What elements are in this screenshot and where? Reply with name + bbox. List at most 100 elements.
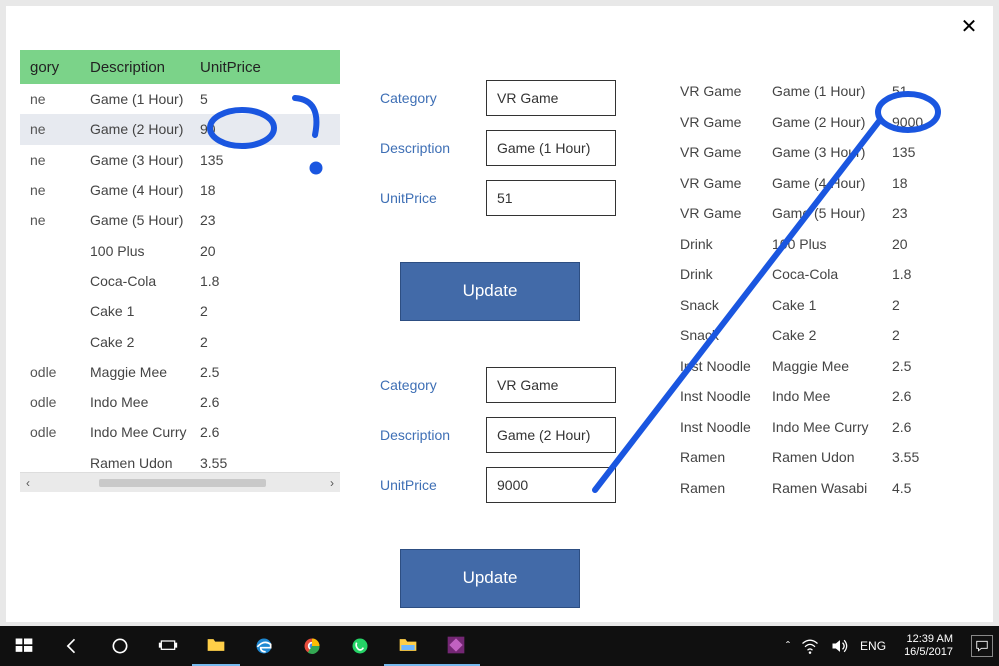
taskbar: ˆ ENG 12:39 AM 16/5/2017 [0,626,999,666]
form2-description-input[interactable] [486,417,616,453]
form2-category-input[interactable] [486,367,616,403]
result-row: VR GameGame (1 Hour)51 [680,76,979,107]
scroll-right-arrow[interactable]: › [330,476,334,490]
cell-category: VR Game [680,205,772,221]
language-indicator[interactable]: ENG [860,639,886,653]
cell-description: Ramen Udon [80,455,200,471]
form1-unitprice-input[interactable] [486,180,616,216]
scroll-track[interactable] [36,479,324,487]
whatsapp-icon [350,636,370,656]
table-row[interactable]: odleIndo Mee Curry2.6 [20,417,340,447]
result-row: Inst NoodleMaggie Mee2.5 [680,351,979,382]
cell-description: Cake 2 [772,327,892,343]
table-row[interactable]: neGame (3 Hour)135 [20,145,340,175]
table-row[interactable]: Cake 12 [20,296,340,326]
result-row: Drink100 Plus20 [680,229,979,260]
taskview-icon [158,636,178,656]
clock[interactable]: 12:39 AM 16/5/2017 [896,633,961,658]
cell-unitprice: 9000 [892,114,952,130]
unitprice-label: UnitPrice [380,477,466,493]
tray-overflow-icon[interactable]: ˆ [786,639,790,653]
edge-app[interactable] [240,626,288,666]
clock-time: 12:39 AM [904,633,953,646]
file-explorer-app[interactable] [192,626,240,666]
form1-description-row: Description [380,130,640,166]
horizontal-scrollbar[interactable]: ‹ › [20,472,340,492]
table-row[interactable]: 100 Plus20 [20,235,340,265]
table-row[interactable]: odleMaggie Mee2.5 [20,357,340,387]
diamond-icon [446,635,466,655]
result-row: VR GameGame (3 Hour)135 [680,137,979,168]
chrome-icon [302,636,322,656]
scroll-thumb[interactable] [99,479,266,487]
files-app[interactable] [384,626,432,666]
powerapps-app[interactable] [432,626,480,666]
close-button[interactable]: ✕ [955,12,983,40]
wifi-icon[interactable] [800,636,820,656]
form2-unitprice-row: UnitPrice [380,467,640,503]
cell-unitprice: 20 [200,243,290,259]
taskview-button[interactable] [144,626,192,666]
cell-unitprice: 18 [892,175,952,191]
whatsapp-app[interactable] [336,626,384,666]
table-row[interactable]: Cake 22 [20,326,340,356]
table-row[interactable]: neGame (4 Hour)18 [20,175,340,205]
grid-body[interactable]: neGame (1 Hour)5neGame (2 Hour)90neGame … [20,84,340,472]
cell-description: Cake 2 [80,334,200,350]
table-row[interactable]: odleIndo Mee2.6 [20,387,340,417]
form2-unitprice-input[interactable] [486,467,616,503]
form1-update-button[interactable]: Update [400,262,580,321]
table-row[interactable]: neGame (2 Hour)90 [20,114,340,144]
table-row[interactable]: Coca-Cola1.8 [20,266,340,296]
edge-icon [254,636,274,656]
col-header-category[interactable]: gory [20,59,80,76]
circle-icon [110,636,130,656]
cell-description: Game (1 Hour) [80,91,200,107]
cell-category: odle [20,364,80,380]
cell-category: ne [20,91,80,107]
action-center-icon[interactable] [971,635,993,657]
scroll-left-arrow[interactable]: ‹ [26,476,30,490]
result-table: VR GameGame (1 Hour)51VR GameGame (2 Hou… [680,50,979,608]
cell-description: Game (1 Hour) [772,83,892,99]
data-grid: gory Description UnitPrice neGame (1 Hou… [20,50,340,608]
result-row: DrinkCoca-Cola1.8 [680,259,979,290]
form2-update-button[interactable]: Update [400,549,580,608]
col-header-unitprice[interactable]: UnitPrice [200,59,290,76]
cell-description: Ramen Wasabi [772,480,892,496]
cell-description: Game (5 Hour) [80,212,200,228]
category-label: Category [380,90,466,106]
description-label: Description [380,427,466,443]
form1-unitprice-row: UnitPrice [380,180,640,216]
start-button[interactable] [0,626,48,666]
description-label: Description [380,140,466,156]
cell-description: Game (3 Hour) [772,144,892,160]
table-row[interactable]: neGame (1 Hour)5 [20,84,340,114]
table-row[interactable]: neGame (5 Hour)23 [20,205,340,235]
content-area: gory Description UnitPrice neGame (1 Hou… [20,50,979,608]
cell-category: VR Game [680,83,772,99]
back-button[interactable] [48,626,96,666]
cell-description: Ramen Udon [772,449,892,465]
cortana-button[interactable] [96,626,144,666]
cell-unitprice: 2.6 [892,419,952,435]
cell-category: VR Game [680,144,772,160]
cell-description: Indo Mee [772,388,892,404]
form1-category-input[interactable] [486,80,616,116]
volume-icon[interactable] [830,636,850,656]
cell-description: Coca-Cola [80,273,200,289]
col-header-description[interactable]: Description [80,59,200,76]
cell-category: Ramen [680,480,772,496]
table-row[interactable]: Ramen Udon3.55 [20,448,340,472]
cell-description: Indo Mee [80,394,200,410]
cell-unitprice: 2.6 [200,424,290,440]
result-row: RamenRamen Udon3.55 [680,442,979,473]
result-row: SnackCake 22 [680,320,979,351]
cell-category: odle [20,394,80,410]
cell-description: 100 Plus [772,236,892,252]
form1-description-input[interactable] [486,130,616,166]
chrome-app[interactable] [288,626,336,666]
cell-description: Game (4 Hour) [772,175,892,191]
cell-unitprice: 2 [892,327,952,343]
system-tray: ˆ ENG 12:39 AM 16/5/2017 [786,633,999,658]
